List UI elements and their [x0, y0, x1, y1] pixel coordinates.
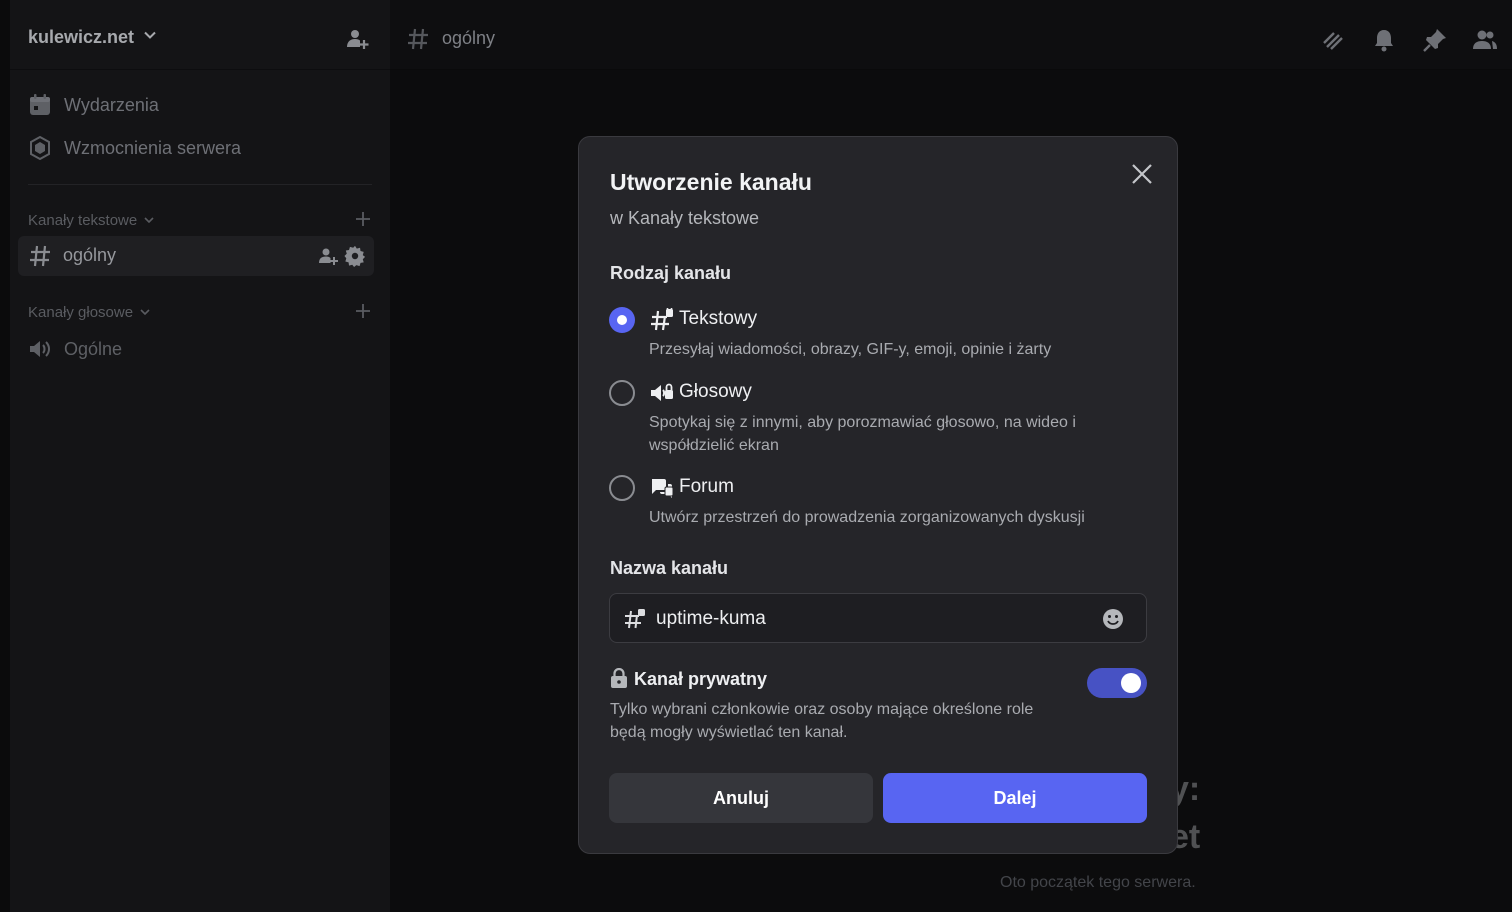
chevron-down-icon[interactable] [143, 28, 157, 42]
channel-item-general[interactable]: ogólny [18, 236, 374, 276]
nav-item-label: Wydarzenia [64, 94, 159, 115]
channel-header: ogólny [390, 0, 1512, 70]
option-name: Tekstowy [679, 308, 758, 329]
nav-item-events[interactable]: Wydarzenia [28, 88, 159, 122]
channel-title: ogólny [442, 28, 496, 48]
text-channel-icon [625, 609, 645, 629]
hash-icon [30, 245, 50, 267]
channel-type-forum-option[interactable]: Forum Utwórz przestrzeń do prowadzenia z… [609, 475, 1149, 535]
server-header[interactable]: kulewicz.net [10, 0, 390, 70]
invite-people-icon[interactable] [318, 246, 338, 266]
channel-type-label: Rodzaj kanału [610, 263, 732, 283]
modal-title: Utworzenie kanału [610, 169, 812, 195]
gear-icon[interactable] [344, 245, 366, 267]
channel-name: Ogólne [64, 338, 123, 359]
channel-name-input[interactable] [656, 604, 1086, 634]
add-channel-icon[interactable] [354, 210, 372, 228]
pin-icon[interactable] [1422, 27, 1448, 53]
radio-voice[interactable] [609, 380, 635, 406]
speaker-icon [28, 337, 52, 361]
private-channel-toggle[interactable] [1087, 668, 1147, 698]
channel-name-label: Nazwa kanału [610, 558, 729, 578]
sidebar-divider [28, 184, 372, 185]
bell-icon[interactable] [1371, 27, 1397, 53]
invite-people-icon[interactable] [345, 27, 369, 51]
category-label: Kanały tekstowe [28, 211, 138, 229]
welcome-subtitle: Oto początek tego serwera. [1000, 874, 1196, 891]
option-description: Utwórz przestrzeń do prowadzenia zorgani… [649, 509, 1085, 526]
server-name[interactable]: kulewicz.net [28, 27, 134, 48]
cancel-button[interactable]: Anuluj [609, 773, 873, 823]
modal-subtitle: w Kanały tekstowe [610, 208, 760, 228]
category-voice-channels[interactable]: Kanały głosowe [28, 301, 372, 323]
channel-sidebar: kulewicz.net Wydarzenia Wzmocnienia serw… [10, 0, 390, 912]
private-channel-description: Tylko wybrani członkowie oraz osoby mają… [610, 701, 1034, 741]
member-list-icon[interactable] [1472, 27, 1498, 53]
calendar-icon [28, 93, 52, 117]
category-label: Kanały głosowe [28, 303, 134, 321]
toggle-knob [1121, 673, 1141, 693]
option-name: Głosowy [679, 381, 752, 402]
boost-icon [28, 136, 52, 160]
radio-text[interactable] [609, 307, 635, 333]
radio-forum[interactable] [609, 475, 635, 501]
channel-type-text-option[interactable]: Tekstowy Przesyłaj wiadomości, obrazy, G… [609, 307, 1149, 367]
threads-icon[interactable] [1320, 27, 1346, 53]
create-channel-modal: Utworzenie kanału w Kanały tekstowe Rodz… [578, 136, 1178, 854]
channel-item-voice-general[interactable]: Ogólne [28, 333, 122, 365]
option-name: Forum [679, 476, 734, 497]
channel-name-field[interactable] [609, 593, 1147, 643]
add-channel-icon[interactable] [354, 302, 372, 320]
text-channel-icon [651, 308, 673, 331]
chevron-down-icon [140, 309, 150, 316]
category-text-channels[interactable]: Kanały tekstowe [28, 209, 372, 231]
close-button[interactable] [1127, 159, 1157, 189]
hash-icon [408, 28, 428, 50]
emoji-icon[interactable] [1102, 608, 1124, 630]
lock-icon [611, 668, 627, 688]
private-channel-label: Kanał prywatny [634, 669, 768, 689]
discord-app: kulewicz.net Wydarzenia Wzmocnienia serw… [0, 0, 1512, 912]
nav-item-boosts[interactable]: Wzmocnienia serwera [28, 131, 241, 165]
chevron-down-icon [144, 217, 154, 224]
option-description: Spotykaj się z innymi, aby porozmawiać g… [649, 414, 1076, 454]
forum-channel-icon [652, 479, 674, 498]
voice-channel-icon [651, 383, 673, 401]
close-icon [1132, 164, 1152, 184]
option-description: Przesyłaj wiadomości, obrazy, GIF-y, emo… [649, 341, 1052, 358]
nav-item-label: Wzmocnienia serwera [64, 137, 242, 158]
next-button[interactable]: Dalej [883, 773, 1147, 823]
channel-type-voice-option[interactable]: Głosowy Spotykaj się z innymi, aby poroz… [609, 380, 1149, 460]
channel-name: ogólny [63, 245, 117, 265]
